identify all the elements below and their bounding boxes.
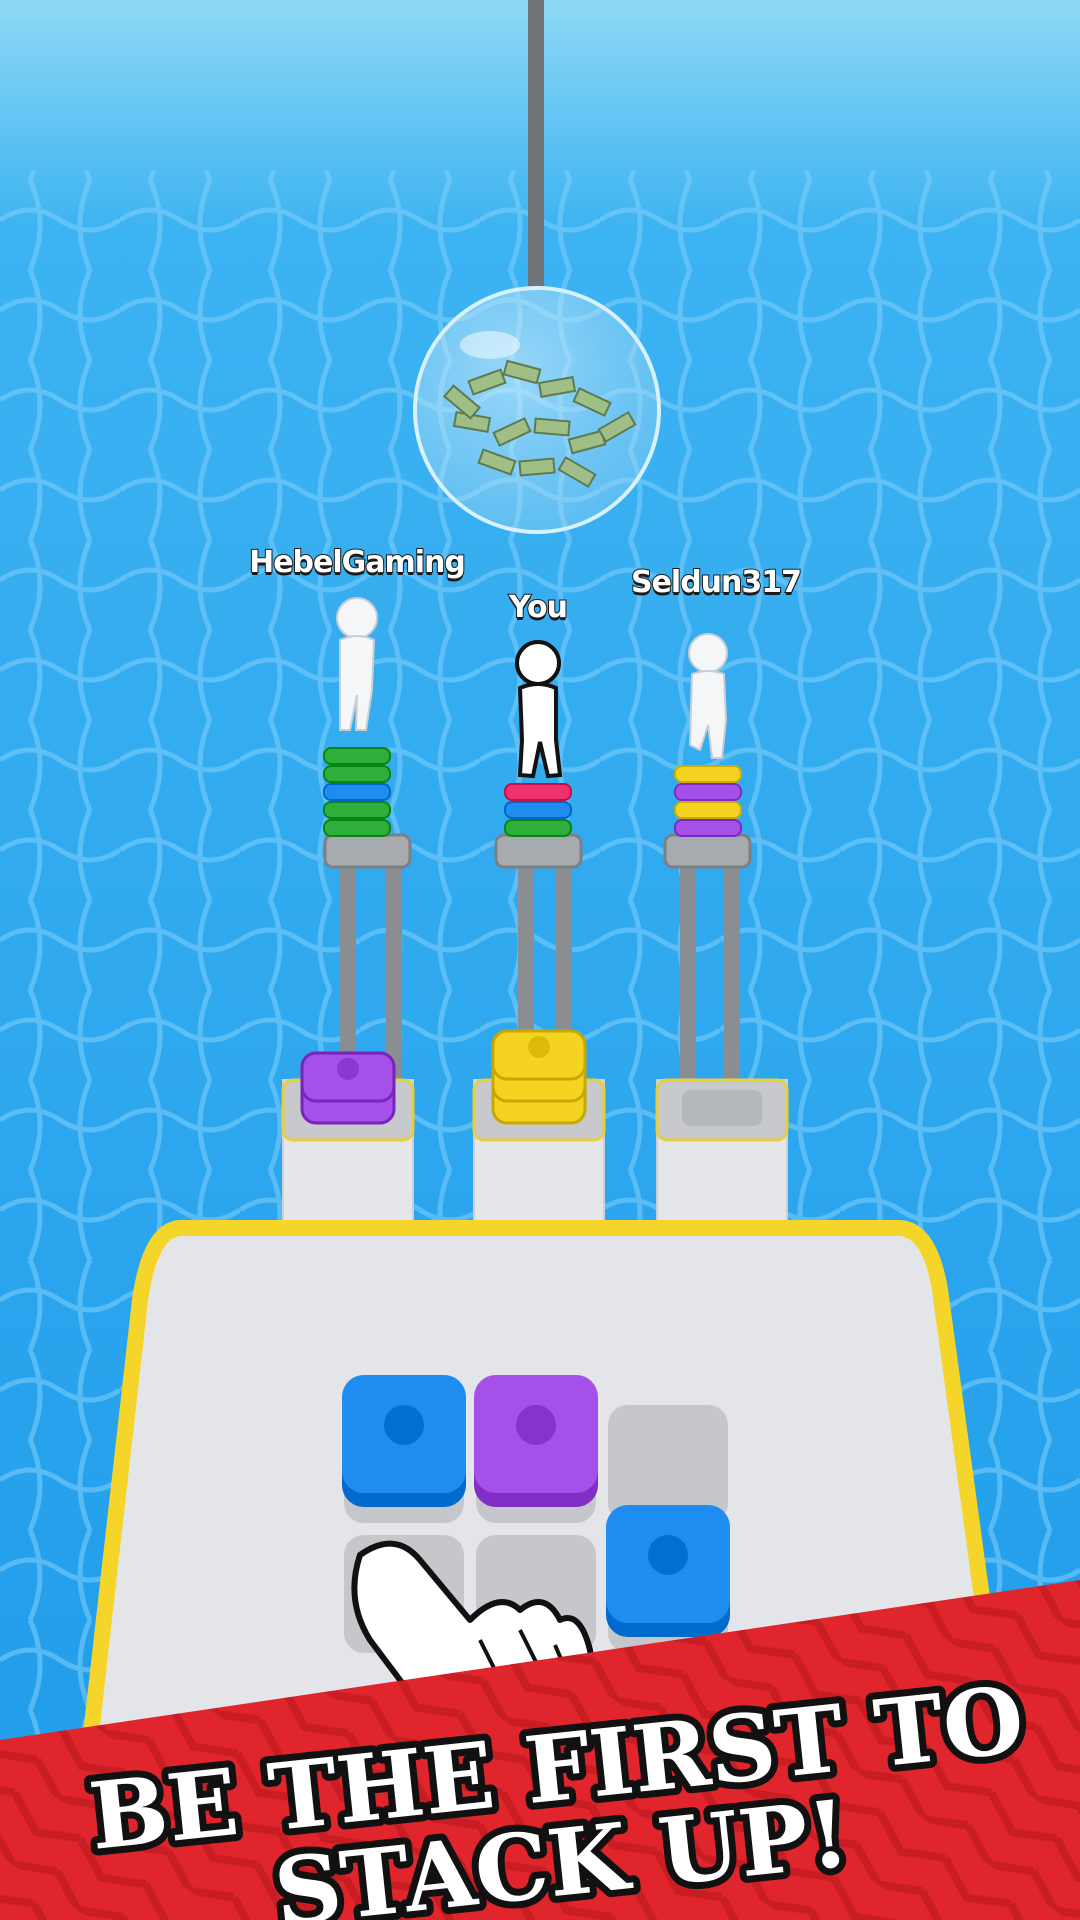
stack-disc bbox=[323, 765, 391, 783]
rope bbox=[528, 0, 544, 290]
player-name-you: You bbox=[508, 589, 569, 626]
game-scene bbox=[0, 0, 1080, 1920]
player-stack-2 bbox=[674, 765, 742, 837]
grid-cell[interactable] bbox=[606, 1505, 730, 1653]
slot-stack-0[interactable] bbox=[300, 1051, 396, 1125]
slot-stack-1[interactable] bbox=[491, 1029, 587, 1125]
money-sphere-icon bbox=[413, 286, 661, 534]
stack-disc bbox=[674, 765, 742, 783]
stack-disc bbox=[674, 819, 742, 837]
player-stack-1 bbox=[504, 783, 572, 837]
grid-cell[interactable] bbox=[474, 1375, 598, 1523]
piece-peg bbox=[337, 1058, 359, 1080]
piece-peg bbox=[516, 1405, 556, 1445]
piece-peg bbox=[648, 1535, 688, 1575]
stack-disc bbox=[323, 747, 391, 765]
stack-disc bbox=[323, 783, 391, 801]
stack-disc bbox=[323, 801, 391, 819]
player-stack-0 bbox=[323, 747, 391, 837]
piece-peg bbox=[528, 1036, 550, 1058]
stack-disc bbox=[674, 801, 742, 819]
stack-disc bbox=[674, 783, 742, 801]
stack-disc bbox=[323, 819, 391, 837]
stack-disc bbox=[504, 819, 572, 837]
piece-peg bbox=[384, 1405, 424, 1445]
stack-disc bbox=[504, 801, 572, 819]
player-name-hebelgaming: HebelGaming bbox=[248, 544, 467, 581]
player-platforms bbox=[323, 833, 752, 869]
stack-disc bbox=[504, 783, 572, 801]
player-character-you bbox=[515, 640, 563, 779]
grid-cell[interactable] bbox=[342, 1375, 466, 1523]
player-name-seldun317: Seldun317 bbox=[630, 564, 803, 601]
